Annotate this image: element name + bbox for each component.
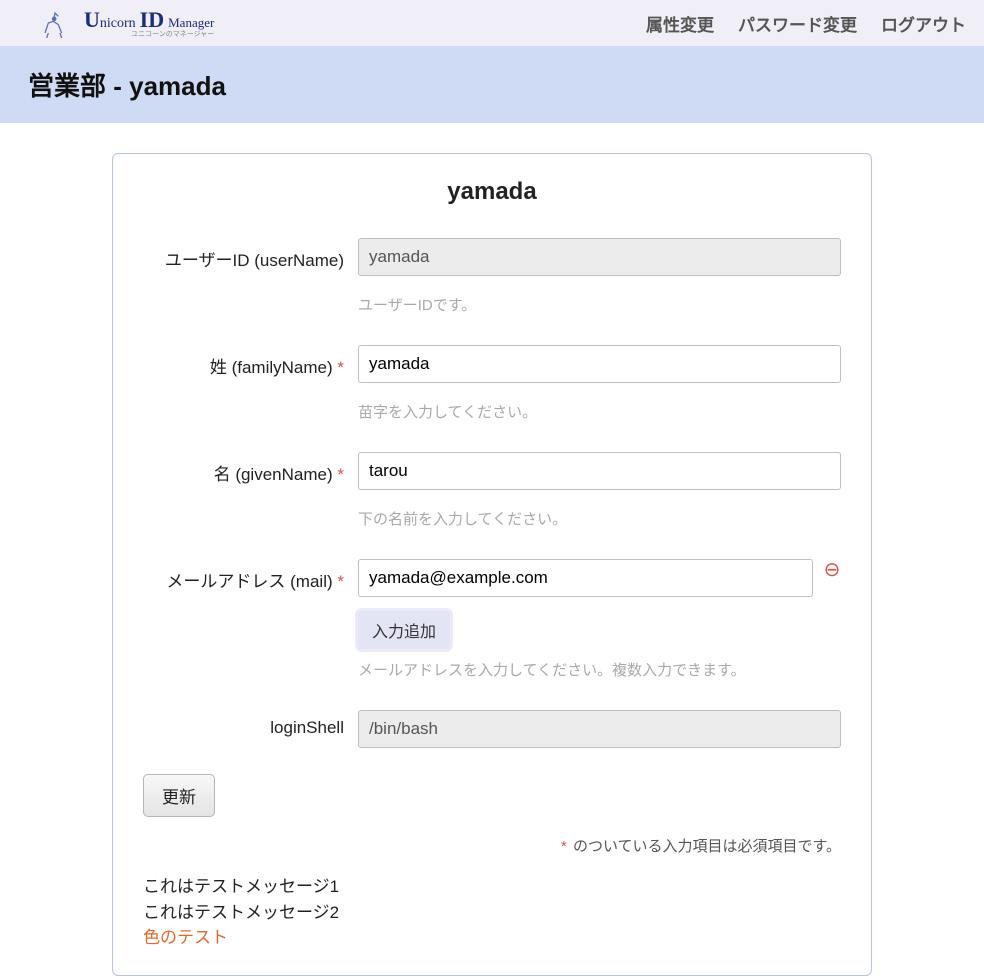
helper-mail: メールアドレスを入力してください。複数入力できます。 xyxy=(358,659,841,680)
required-givenname: * xyxy=(337,465,344,484)
nav-attr-change[interactable]: 属性変更 xyxy=(646,11,714,36)
logo-text-id: ID xyxy=(140,9,164,31)
header-strip: 営業部 - yamada xyxy=(0,46,984,123)
unicorn-icon xyxy=(30,6,80,40)
label-familyname: 姓 (familyName) xyxy=(210,358,333,377)
add-mail-button[interactable]: 入力追加 xyxy=(358,611,450,649)
input-mail[interactable] xyxy=(358,559,813,597)
required-mail: * xyxy=(337,572,344,591)
form-heading: yamada xyxy=(143,178,841,206)
logo-text-u: U xyxy=(84,9,100,31)
helper-username: ユーザーIDです。 xyxy=(358,294,841,315)
form-card: yamada ユーザーID (userName) ユーザーIDです。 姓 (fa… xyxy=(112,153,872,976)
test-message-1: これはテストメッセージ1 xyxy=(143,874,841,900)
helper-familyname: 苗字を入力してください。 xyxy=(358,401,841,422)
required-note-mark: * xyxy=(561,838,567,855)
logo-subtext: ユニコーンのマネージャー xyxy=(84,31,214,38)
row-givenname: 名 (givenName) * 下の名前を入力してください。 xyxy=(143,452,841,529)
row-username: ユーザーID (userName) ユーザーIDです。 xyxy=(143,238,841,315)
nav-password-change[interactable]: パスワード変更 xyxy=(738,11,857,36)
row-mail: メールアドレス (mail) * ⊖ 入力追加 メールアドレスを入力してください… xyxy=(143,559,841,680)
logo-text-nicorn: nicorn xyxy=(100,17,136,31)
input-familyname[interactable] xyxy=(358,345,841,383)
top-bar: U nicorn ID Manager ユニコーンのマネージャー 属性変更 パス… xyxy=(0,0,984,46)
required-familyname: * xyxy=(337,358,344,377)
logo: U nicorn ID Manager ユニコーンのマネージャー xyxy=(30,6,214,40)
test-message-2: これはテストメッセージ2 xyxy=(143,900,841,926)
messages: これはテストメッセージ1 これはテストメッセージ2 色のテスト xyxy=(143,874,841,951)
row-loginshell: loginShell xyxy=(143,710,841,748)
required-note-text: のついている入力項目は必須項目です。 xyxy=(573,838,841,855)
update-button[interactable]: 更新 xyxy=(143,774,215,817)
logo-text-manager: Manager xyxy=(168,16,214,29)
label-loginshell: loginShell xyxy=(143,710,358,738)
page-title: 営業部 - yamada xyxy=(28,66,956,103)
label-username: ユーザーID (userName) xyxy=(143,238,358,271)
required-note: * のついている入力項目は必須項目です。 xyxy=(143,835,841,856)
input-givenname[interactable] xyxy=(358,452,841,490)
input-username xyxy=(358,238,841,276)
label-givenname: 名 (givenName) xyxy=(214,465,333,484)
input-loginshell xyxy=(358,710,841,748)
nav-links: 属性変更 パスワード変更 ログアウト xyxy=(646,11,966,36)
remove-mail-icon[interactable]: ⊖ xyxy=(823,560,841,580)
test-message-colored: 色のテスト xyxy=(143,925,841,951)
nav-logout[interactable]: ログアウト xyxy=(881,11,966,36)
label-mail: メールアドレス (mail) xyxy=(166,572,332,591)
helper-givenname: 下の名前を入力してください。 xyxy=(358,508,841,529)
row-familyname: 姓 (familyName) * 苗字を入力してください。 xyxy=(143,345,841,422)
